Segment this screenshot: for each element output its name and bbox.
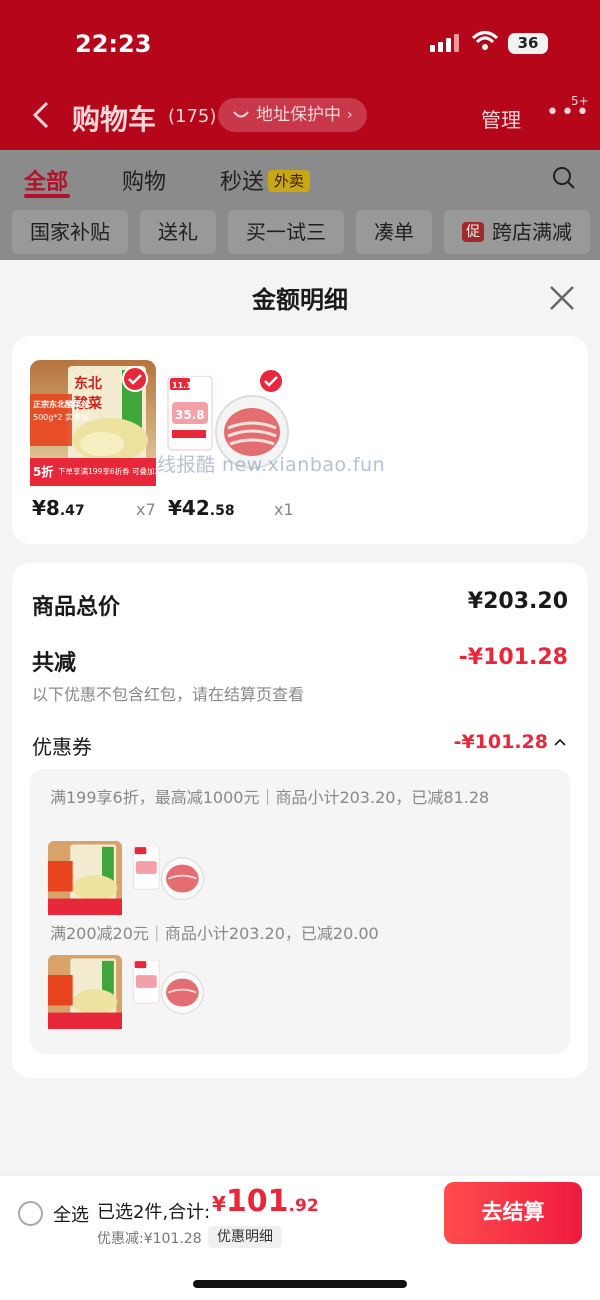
chip-add-on[interactable]: 凑单 bbox=[356, 210, 432, 254]
tab-all[interactable]: 全部 bbox=[24, 164, 68, 196]
reduce-note: 以下优惠不包含红包，请在结算页查看 bbox=[32, 685, 305, 704]
status-bar: 22:23 36 bbox=[0, 0, 600, 90]
total-dec: .92 bbox=[288, 1196, 319, 1216]
address-protection-label: 地址保护中 bbox=[256, 105, 341, 125]
back-arrow-icon[interactable] bbox=[30, 100, 52, 130]
chip-gift[interactable]: 送礼 bbox=[140, 210, 216, 254]
promo-tag: 促 bbox=[462, 222, 484, 242]
smile-icon bbox=[233, 111, 249, 118]
search-icon[interactable] bbox=[552, 166, 576, 190]
coupon-toggle[interactable]: -¥101.28 bbox=[454, 731, 566, 753]
filter-chips: 国家补贴 送礼 买一试三 凑单 促 跨店满减 bbox=[12, 210, 590, 254]
chip-cross-store-discount-label: 跨店满减 bbox=[492, 220, 572, 244]
coupon-value: -¥101.28 bbox=[453, 731, 548, 753]
close-icon[interactable] bbox=[548, 284, 576, 312]
sauerkraut-thumbnail bbox=[48, 841, 122, 915]
watermark-text: 线报酷 new.xianbao.fun bbox=[157, 454, 386, 476]
more-badge: 5+ bbox=[571, 94, 589, 108]
product-spec-text: 500g*2 实惠装 bbox=[33, 412, 89, 422]
selected-summary: 已选2件,合计: bbox=[97, 1202, 211, 1223]
lamb-slices-thumbnail bbox=[133, 846, 204, 901]
sheet-title: 金额明细 bbox=[252, 286, 348, 314]
coupon-product-thumbs bbox=[48, 841, 206, 915]
page-title: 购物车 bbox=[72, 103, 157, 136]
product-promo-text: 下单享满199享6折券 可叠加200-20 bbox=[58, 466, 156, 476]
total-price-label: 商品总价 bbox=[32, 595, 121, 620]
product-headline-top: 东北 bbox=[74, 375, 102, 392]
cart-nav-bar: 购物车 (175) 地址保护中 › 管理 ••• 5+ bbox=[0, 90, 600, 150]
discount-detail-button[interactable]: 优惠明细 bbox=[208, 1226, 282, 1248]
coupon-rule-text: 满200减20元｜商品小计203.20，已减20.00 bbox=[50, 924, 379, 943]
product-discount-text: 5折 bbox=[33, 464, 53, 479]
select-all-label[interactable]: 全选 bbox=[53, 1201, 89, 1227]
wifi-icon bbox=[472, 31, 498, 50]
total-currency: ¥ bbox=[212, 1192, 226, 1216]
amount-detail-sheet: 金额明细 东北 酸菜 正宗东北酸菜丝 500g*2 实惠装 5折 下单享满199… bbox=[0, 260, 600, 1300]
image-price-text: 35.8 bbox=[175, 408, 205, 422]
total-reduce-label: 共减 bbox=[32, 651, 77, 676]
cart-count: (175) bbox=[168, 106, 217, 127]
total-reduce-value: -¥101.28 bbox=[458, 645, 568, 670]
product-card: 东北 酸菜 正宗东北酸菜丝 500g*2 实惠装 5折 下单享满199享6折券 … bbox=[12, 336, 588, 544]
price-summary-card: 商品总价 ¥203.20 共减 -¥101.28 以下优惠不包含红包，请在结算页… bbox=[12, 563, 588, 1078]
address-protection-pill[interactable]: 地址保护中 › bbox=[218, 98, 367, 132]
status-time: 22:23 bbox=[75, 30, 152, 58]
tab-shopping[interactable]: 购物 bbox=[122, 164, 166, 196]
chevron-right-icon: › bbox=[347, 107, 353, 123]
total-price-value: ¥203.20 bbox=[467, 589, 568, 614]
sauerkraut-thumbnail bbox=[48, 955, 122, 1029]
selected-check-icon bbox=[258, 368, 284, 394]
footer-total: ¥101.92 bbox=[212, 1184, 319, 1219]
coupon-label: 优惠券 bbox=[32, 735, 92, 759]
product-price-dec: .47 bbox=[59, 503, 85, 519]
tab-underline bbox=[24, 194, 70, 198]
checkout-button[interactable]: 去结算 bbox=[444, 1182, 582, 1244]
takeout-tag: 外卖 bbox=[268, 170, 311, 192]
coupon-details-box: 满199享6折，最高减1000元｜商品小计203.20，已减81.28 满200… bbox=[30, 769, 570, 1054]
checkout-footer: 全选 已选2件,合计: ¥101.92 优惠减:¥101.28 优惠明细 去结算 bbox=[0, 1175, 600, 1300]
tab-instant-delivery[interactable]: 秒送 外卖 bbox=[220, 164, 311, 196]
selected-check-icon bbox=[122, 366, 148, 392]
chip-buy-one-try-three[interactable]: 买一试三 bbox=[228, 210, 344, 254]
product-price: ¥8.47 bbox=[32, 496, 85, 520]
lamb-slices-thumbnail bbox=[133, 960, 204, 1015]
select-all-radio[interactable] bbox=[18, 1201, 43, 1226]
cellular-signal-icon bbox=[430, 34, 459, 52]
battery-icon: 36 bbox=[508, 33, 548, 54]
chevron-up-icon bbox=[554, 738, 566, 746]
home-indicator bbox=[193, 1280, 407, 1288]
product-qty: x7 bbox=[136, 500, 156, 519]
chip-national-subsidy[interactable]: 国家补贴 bbox=[12, 210, 128, 254]
product-side-text: 正宗东北酸菜丝 bbox=[33, 399, 89, 409]
badge-1111: 11.11 bbox=[172, 381, 198, 390]
product-price-int: 42 bbox=[181, 496, 210, 520]
product-price-dec: .58 bbox=[209, 503, 235, 519]
tab-instant-delivery-label: 秒送 bbox=[220, 170, 265, 195]
product-price: ¥42.58 bbox=[168, 496, 235, 520]
product-price-int: 8 bbox=[45, 496, 60, 520]
chip-cross-store-discount[interactable]: 促 跨店满减 bbox=[444, 210, 590, 254]
product-qty: x1 bbox=[274, 500, 294, 519]
manage-button[interactable]: 管理 bbox=[481, 104, 521, 133]
total-int: 101 bbox=[225, 1184, 289, 1219]
coupon-rule-text: 满199享6折，最高减1000元｜商品小计203.20，已减81.28 bbox=[50, 788, 490, 807]
coupon-product-thumbs bbox=[48, 955, 206, 1029]
discount-text: 优惠减:¥101.28 bbox=[97, 1231, 202, 1247]
